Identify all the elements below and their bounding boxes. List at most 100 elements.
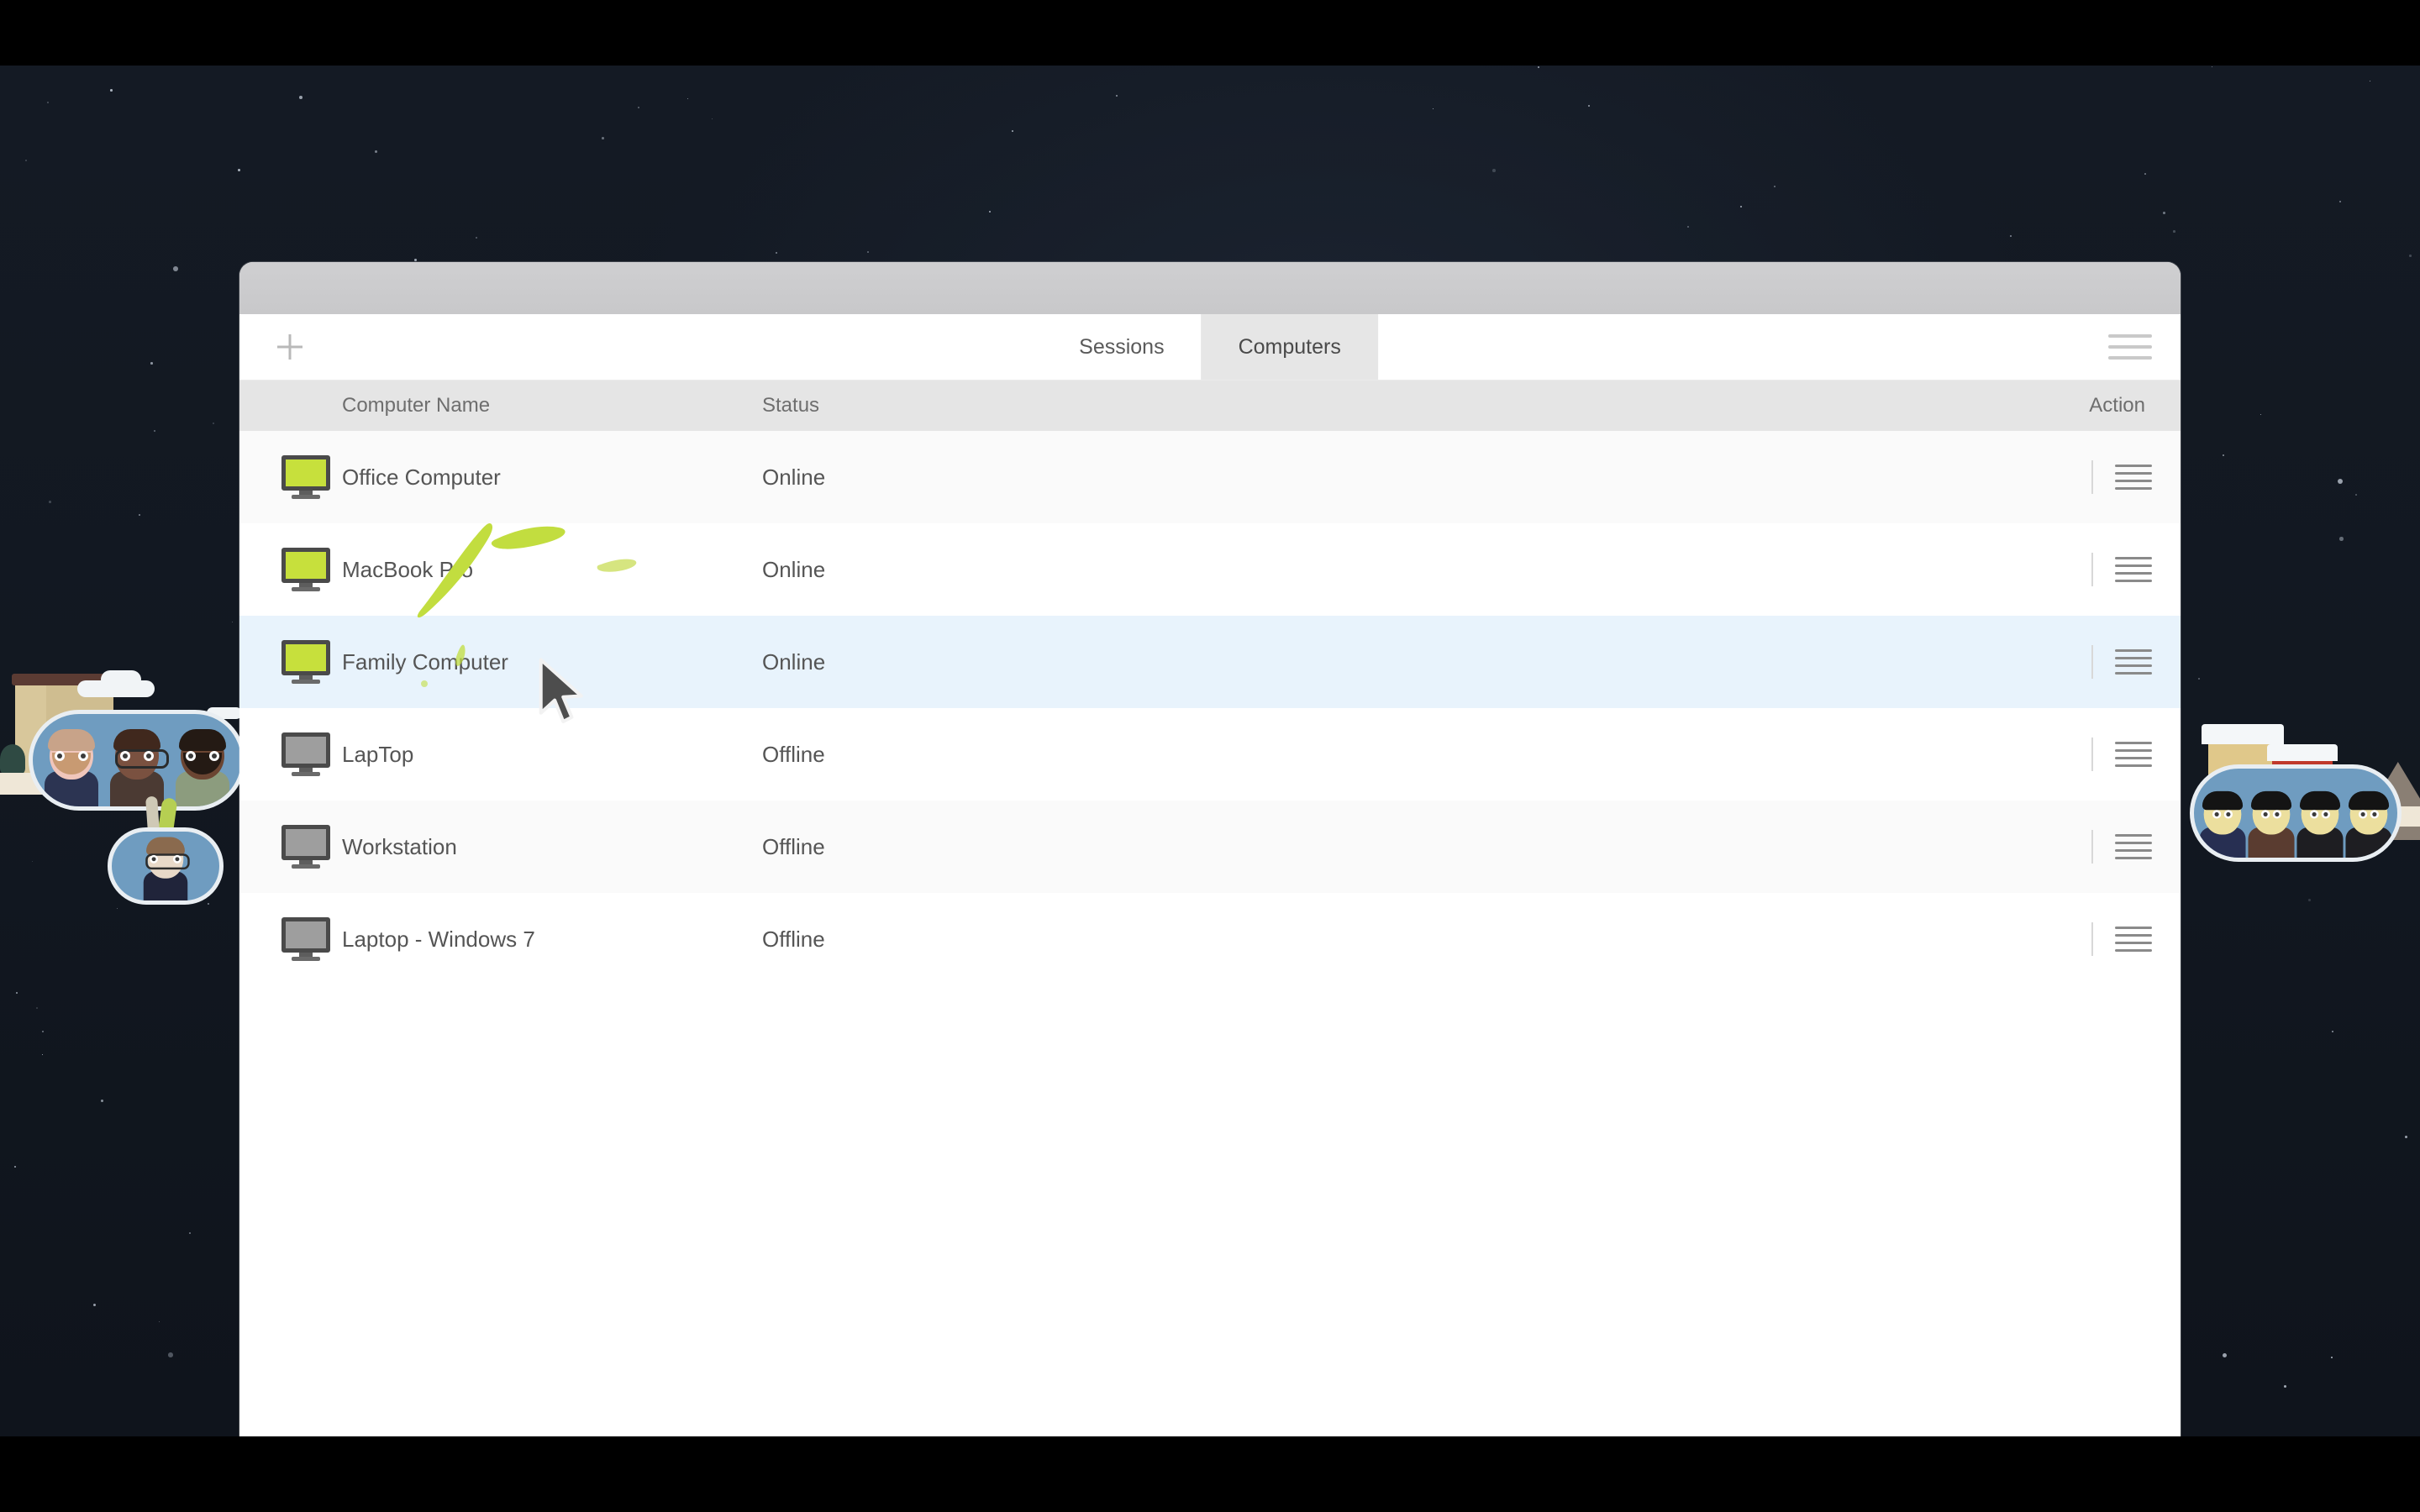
star: [2331, 1357, 2333, 1358]
people-pill-left-small: [108, 827, 224, 905]
people-pill-left: [29, 710, 245, 811]
star: [2355, 494, 2357, 496]
star: [139, 514, 140, 516]
letterbox-bottom: [0, 1436, 2420, 1512]
star: [2010, 235, 2012, 238]
row-status: Online: [762, 556, 826, 582]
table-row[interactable]: Office Computer Online: [239, 431, 2181, 523]
star: [2405, 1136, 2407, 1138]
star: [42, 1031, 44, 1032]
right-illustration: [2168, 706, 2420, 941]
star: [375, 150, 377, 153]
star: [2198, 678, 2200, 680]
person-avatar: [143, 837, 190, 900]
star: [159, 1321, 160, 1323]
star: [476, 237, 477, 239]
star: [36, 1007, 38, 1009]
star: [638, 107, 640, 109]
row-divider: [2091, 738, 2093, 771]
column-header-action: Action: [2089, 394, 2145, 417]
hamburger-menu-icon[interactable]: [2108, 330, 2152, 364]
row-status: Online: [762, 464, 826, 490]
star: [2223, 454, 2225, 457]
person-avatar: [45, 729, 98, 806]
table-row[interactable]: Laptop - Windows 7 Offline: [239, 893, 2181, 985]
tab-bar: Sessions Computers: [1042, 314, 1378, 380]
star: [1012, 130, 1013, 132]
star: [2260, 414, 2262, 416]
tab-sessions[interactable]: Sessions: [1042, 314, 1201, 380]
monitor-online-icon: [281, 455, 330, 499]
row-icon-cell: [239, 917, 340, 961]
star: [168, 1352, 173, 1357]
add-button[interactable]: [266, 323, 313, 370]
star: [2338, 479, 2344, 485]
row-menu-icon[interactable]: [2115, 927, 2152, 952]
tab-computers[interactable]: Computers: [1201, 314, 1378, 380]
person-avatar: [2199, 790, 2246, 858]
star: [101, 1100, 103, 1102]
row-action-cell: [2091, 645, 2152, 679]
star: [1588, 105, 1591, 108]
monitor-online-icon: [281, 640, 330, 684]
row-action-cell: [2091, 460, 2152, 494]
star: [2223, 1353, 2227, 1357]
row-computer-name: MacBook Pro: [342, 556, 474, 582]
row-menu-icon[interactable]: [2115, 834, 2152, 859]
monitor-offline-icon: [281, 732, 330, 776]
row-action-cell: [2091, 830, 2152, 864]
star: [1492, 169, 1496, 172]
star: [25, 160, 27, 161]
star: [42, 1054, 44, 1056]
monitor-online-icon: [281, 548, 330, 591]
row-divider: [2091, 830, 2093, 864]
table-row[interactable]: MacBook Pro Online: [239, 523, 2181, 616]
row-computer-name: Workstation: [342, 833, 457, 859]
star: [1433, 108, 1434, 110]
star: [2409, 255, 2412, 257]
row-computer-name: Family Computer: [342, 648, 508, 675]
star: [2339, 537, 2344, 541]
star: [173, 266, 178, 271]
window-titlebar[interactable]: [239, 262, 2181, 314]
row-action-cell: [2091, 553, 2152, 586]
star: [1687, 226, 1689, 228]
row-icon-cell: [239, 548, 340, 591]
star: [2332, 1031, 2333, 1032]
monitor-offline-icon: [281, 917, 330, 961]
person-avatar: [2296, 790, 2344, 858]
table-header: Computer Name Status Action: [239, 381, 2181, 431]
star: [2339, 201, 2342, 203]
star: [154, 430, 156, 433]
row-menu-icon[interactable]: [2115, 465, 2152, 490]
letterbox-top: [0, 0, 2420, 66]
row-action-cell: [2091, 738, 2152, 771]
star: [238, 169, 241, 172]
toolbar: Sessions Computers: [239, 314, 2181, 381]
star: [1774, 186, 1776, 187]
bush-left: [0, 744, 25, 774]
star: [189, 1232, 191, 1234]
star: [1116, 95, 1118, 97]
row-menu-icon[interactable]: [2115, 742, 2152, 767]
person-avatar: [2345, 790, 2392, 858]
person-avatar: [2248, 790, 2295, 858]
row-menu-icon[interactable]: [2115, 649, 2152, 675]
table-row[interactable]: LapTop Offline: [239, 708, 2181, 801]
row-divider: [2091, 460, 2093, 494]
row-status: Offline: [762, 926, 825, 952]
row-menu-icon[interactable]: [2115, 557, 2152, 582]
star: [47, 102, 49, 103]
star: [602, 137, 604, 139]
star: [1538, 66, 1540, 69]
star: [16, 992, 18, 994]
row-icon-cell: [239, 455, 340, 499]
star: [867, 251, 869, 253]
table-row[interactable]: Family Computer Online: [239, 616, 2181, 708]
table-row[interactable]: Workstation Offline: [239, 801, 2181, 893]
row-computer-name: LapTop: [342, 741, 414, 767]
star: [93, 1304, 96, 1306]
computers-table: Office Computer Online MacBook Pro Online Fa…: [239, 431, 2181, 985]
star: [213, 423, 215, 425]
screen: Sessions Computers Computer Name Status …: [0, 0, 2420, 1512]
